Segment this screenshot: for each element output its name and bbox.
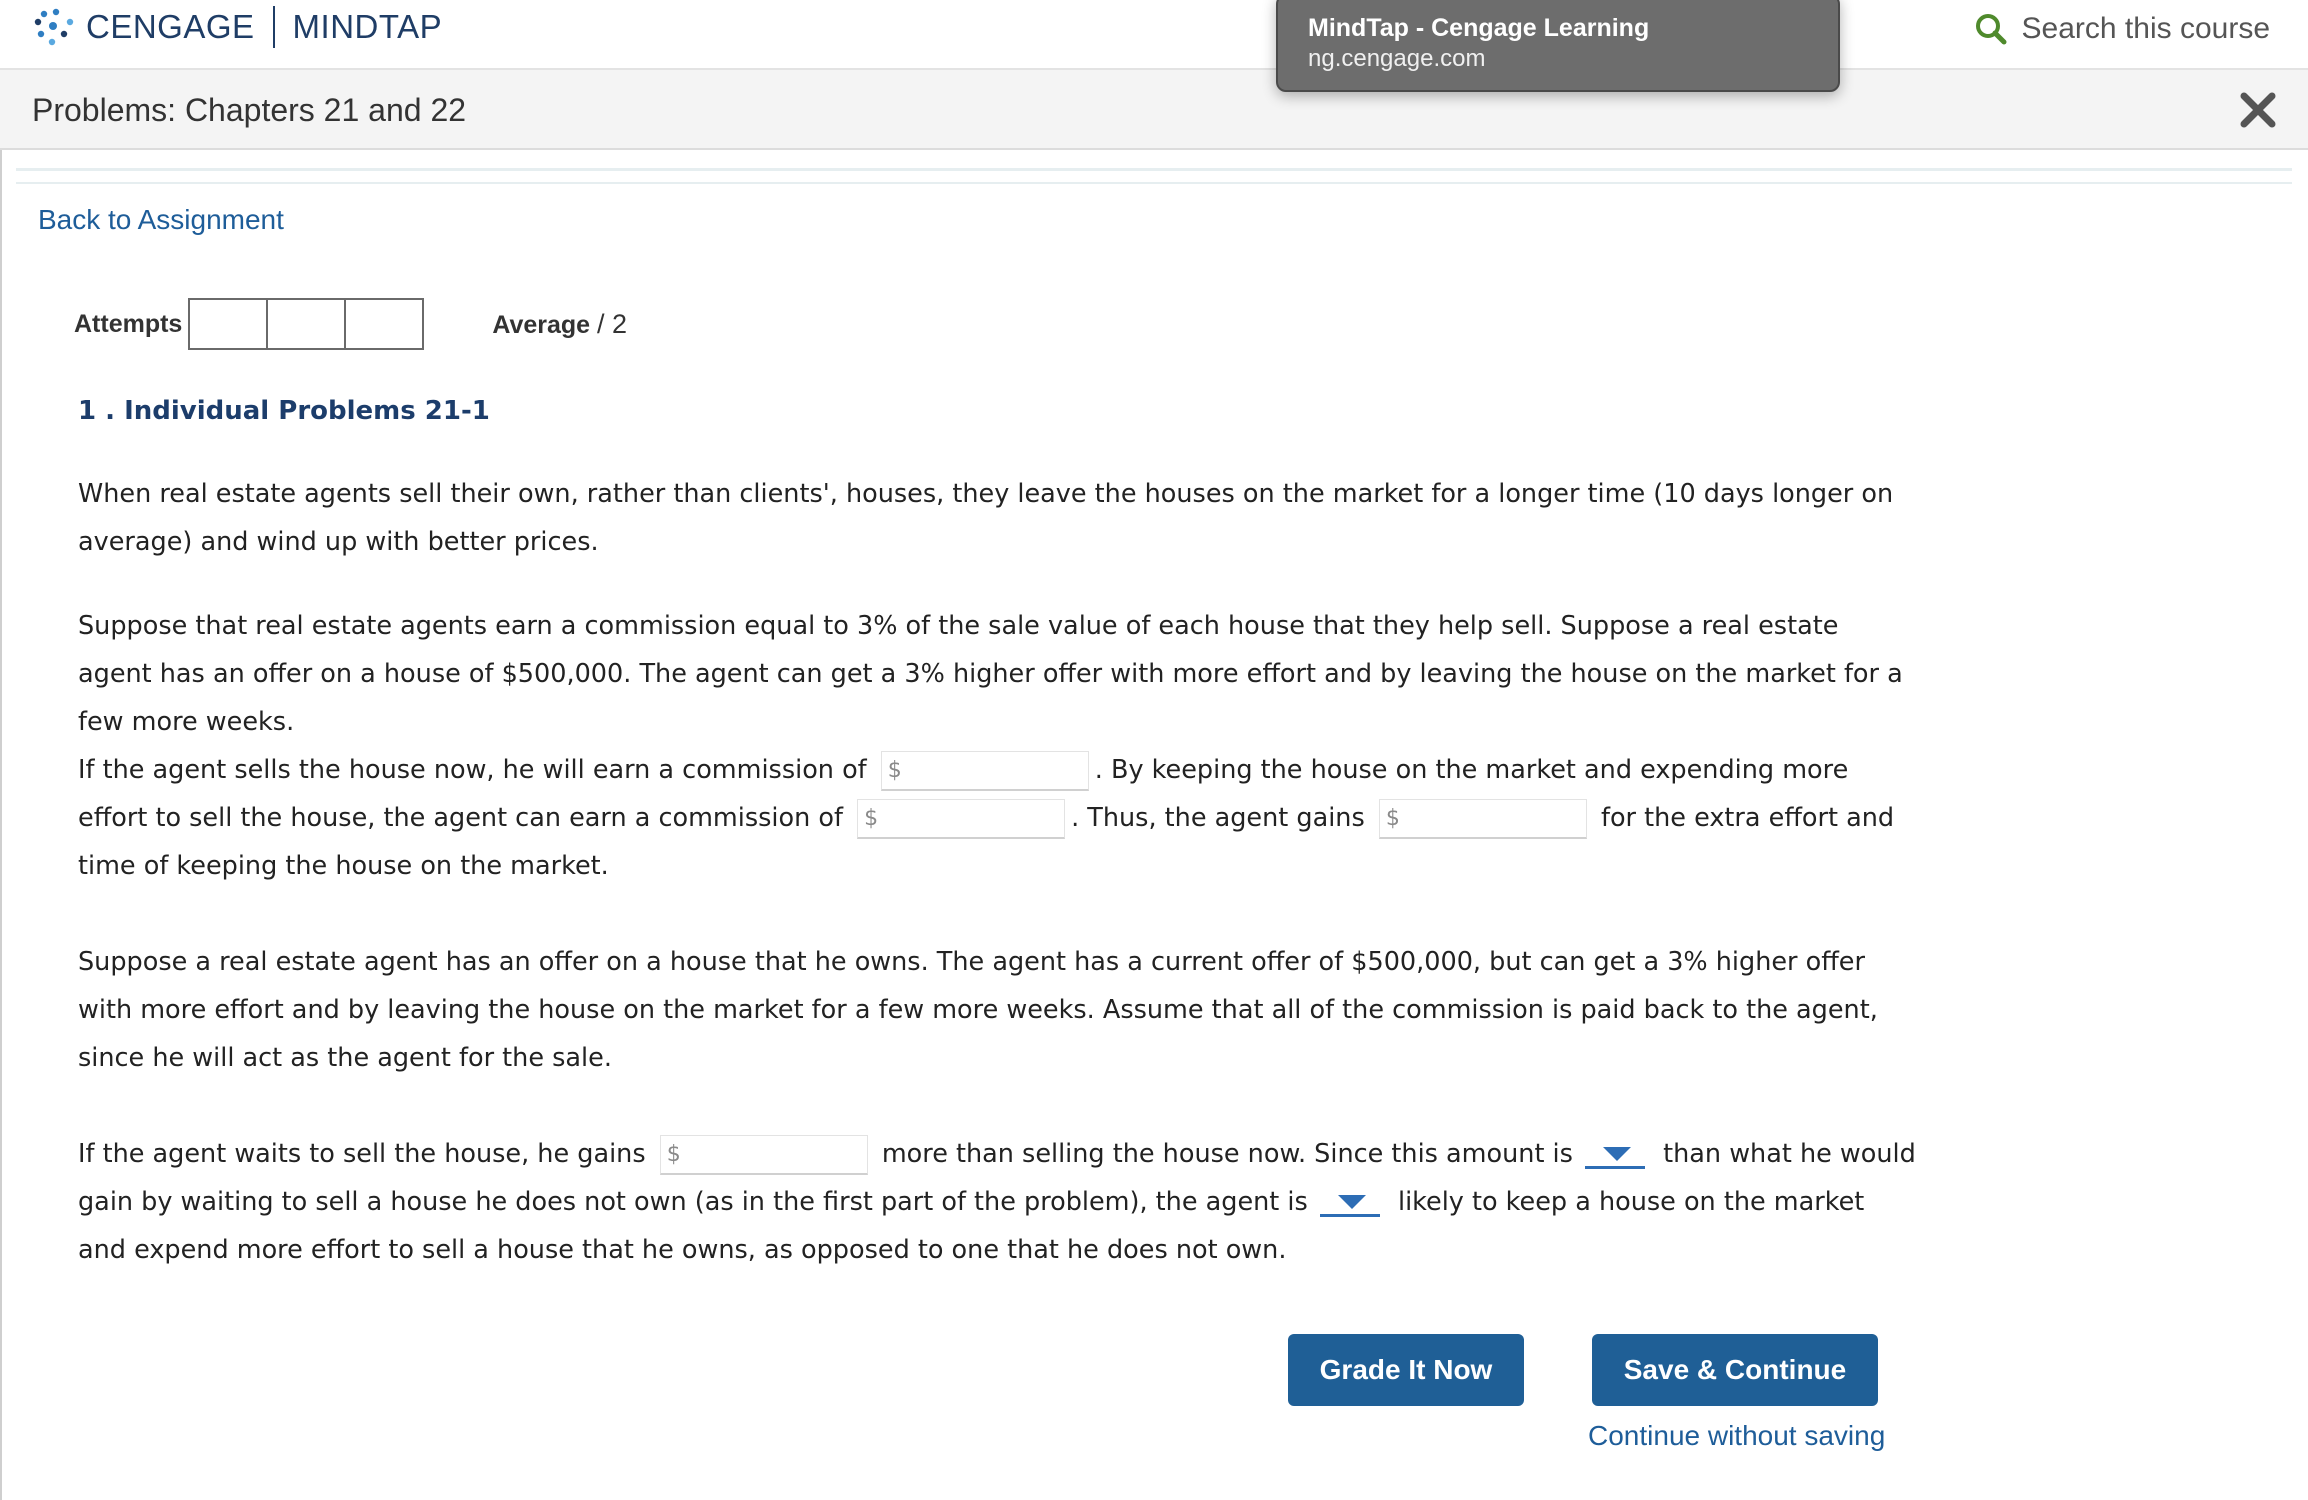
problem-paragraph-commission: If the agent sells the house now, he wil… — [78, 746, 1918, 890]
average-label: Average — [492, 310, 591, 339]
commission-now-field[interactable] — [901, 753, 1082, 788]
average-score: Average / 2 — [492, 309, 627, 340]
agent-gains-field[interactable] — [1399, 801, 1580, 836]
dollar-sign: $ — [887, 757, 902, 783]
commission-later-field[interactable] — [878, 801, 1059, 836]
tooltip-title: MindTap - Cengage Learning — [1308, 14, 1650, 42]
chevron-down-icon — [1337, 1195, 1366, 1209]
problem-paragraph-comparison: If the agent waits to sell the house, he… — [78, 1130, 1918, 1274]
chevron-down-icon — [1603, 1147, 1632, 1161]
scoring-row: Attempts Average / 2 — [74, 298, 627, 350]
attempt-box — [188, 298, 269, 350]
brand-name: CENGAGE — [86, 8, 255, 45]
continue-without-saving-link[interactable]: Continue without saving — [1588, 1420, 1885, 1452]
cengage-logo-icon — [34, 8, 74, 46]
dollar-sign: $ — [864, 805, 879, 831]
problem-paragraph-intro: When real estate agents sell their own, … — [78, 479, 1894, 557]
problem-paragraph-own-house: Suppose a real estate agent has an offer… — [78, 947, 1878, 1073]
attempts-label: Attempts — [74, 309, 183, 338]
tooltip-url: ng.cengage.com — [1308, 45, 1486, 72]
problem-paragraph-setup: Suppose that real estate agents earn a c… — [78, 611, 1903, 737]
top-header: CENGAGE MINDTAP Search this course — [0, 0, 2308, 70]
average-value: / 2 — [597, 308, 628, 339]
cengage-brand[interactable]: CENGAGE MINDTAP — [30, 4, 442, 50]
own-house-gains-input[interactable]: $ — [659, 1135, 868, 1175]
problem-heading: 1 . Individual Problems 21-1 — [78, 396, 490, 426]
save-and-continue-button[interactable]: Save & Continue — [1592, 1334, 1878, 1406]
own-house-gains-field[interactable] — [680, 1137, 861, 1172]
comparison-dropdown[interactable] — [1585, 1141, 1646, 1169]
grade-it-now-button[interactable]: Grade It Now — [1288, 1334, 1524, 1406]
commission-now-input[interactable]: $ — [880, 751, 1089, 791]
divider — [16, 182, 2292, 184]
text-segment: If the agent sells the house now, he wil… — [78, 755, 867, 785]
course-search[interactable]: Search this course — [1974, 10, 2270, 48]
dollar-sign: $ — [1385, 805, 1400, 831]
search-label: Search this course — [2021, 12, 2270, 45]
left-border — [0, 150, 2, 1500]
search-icon — [1975, 14, 2007, 45]
dollar-sign: $ — [666, 1141, 681, 1167]
close-icon[interactable] — [2236, 88, 2280, 132]
likelihood-dropdown[interactable] — [1319, 1189, 1380, 1217]
page-title: Problems: Chapters 21 and 22 — [32, 92, 467, 128]
product-name: MINDTAP — [292, 8, 443, 45]
attempt-box — [266, 298, 347, 350]
brand-divider — [272, 6, 275, 48]
commission-later-input[interactable]: $ — [857, 799, 1066, 839]
text-segment: . Thus, the agent gains — [1071, 803, 1365, 833]
browser-tab-tooltip: MindTap - Cengage Learning ng.cengage.co… — [1276, 0, 1840, 92]
assignment-titlebar: Problems: Chapters 21 and 22 — [0, 70, 2308, 150]
text-segment: more than selling the house now. Since t… — [881, 1139, 1573, 1169]
divider — [16, 168, 2292, 171]
attempt-box — [344, 298, 425, 350]
text-segment: If the agent waits to sell the house, he… — [78, 1139, 646, 1169]
back-to-assignment-link[interactable]: Back to Assignment — [38, 204, 284, 236]
attempt-boxes — [188, 298, 425, 350]
agent-gains-input[interactable]: $ — [1378, 799, 1587, 839]
